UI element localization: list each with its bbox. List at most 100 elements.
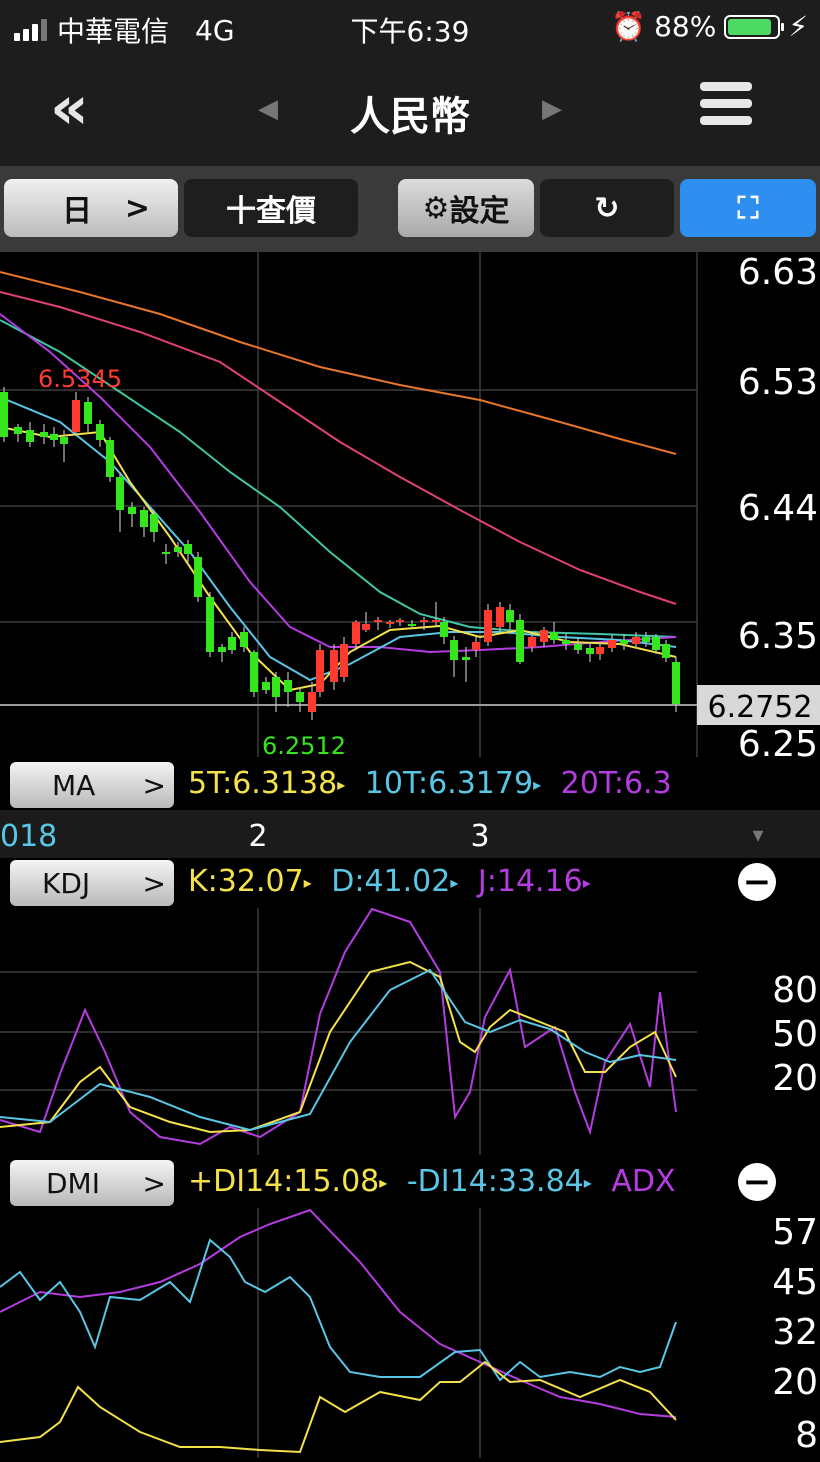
remove-kdj-icon[interactable]: −	[738, 863, 776, 901]
kdj-k-value: K:32.07	[188, 864, 304, 899]
arrow-icon: ▸	[582, 873, 591, 892]
main-grid	[0, 252, 698, 757]
candle-body	[450, 640, 458, 660]
rotate-screen-button[interactable]: ↻	[540, 179, 674, 237]
candle-body	[72, 400, 80, 432]
dmi-axis: 57 45 32 20 8	[772, 1212, 818, 1456]
dmi-mdi-line	[0, 1238, 677, 1382]
dmi-tick: 57	[772, 1212, 818, 1253]
page-title: 人民幣	[350, 94, 470, 140]
candle-body	[330, 650, 338, 682]
crosshair-query-button[interactable]: 十查價	[184, 179, 358, 237]
kdj-indicator-button[interactable]: KDJ >	[10, 860, 174, 906]
arrow-icon: ▸	[337, 775, 346, 794]
next-symbol-icon[interactable]: ▶	[542, 94, 562, 124]
date-axis-year: 018	[0, 819, 57, 854]
kdj-tick: 80	[772, 970, 818, 1011]
candle-body	[562, 640, 570, 644]
ma10-value: 10T:6.3179	[364, 766, 534, 801]
chevron-right-icon: >	[142, 768, 166, 802]
candle-body	[432, 620, 440, 622]
candle-body	[516, 620, 524, 662]
candle-body	[632, 637, 640, 644]
remove-dmi-icon[interactable]: −	[738, 1163, 776, 1201]
arrow-icon: ▸	[303, 873, 312, 892]
dmi-label: DMI	[46, 1166, 100, 1200]
candle-body	[262, 682, 270, 690]
kdj-j-line	[0, 907, 677, 1146]
battery-icon	[724, 14, 785, 39]
candle-body	[462, 657, 470, 660]
candle-body	[0, 392, 8, 437]
kdj-k-line	[0, 960, 677, 1134]
date-axis-month: 2	[248, 819, 267, 854]
menu-icon[interactable]	[700, 82, 752, 133]
candle-body	[106, 440, 114, 477]
ma-label: MA	[52, 768, 96, 802]
dmi-tick: 45	[772, 1262, 818, 1303]
dmi-indicator-button[interactable]: DMI >	[10, 1160, 174, 1206]
candle-body	[352, 622, 360, 644]
candle-body	[60, 437, 68, 444]
candle-body	[472, 642, 480, 650]
candlesticks	[0, 387, 680, 720]
collapse-icon[interactable]: ▾	[752, 823, 763, 848]
candle-body	[26, 430, 34, 442]
dmi-adx-value: ADX	[611, 1164, 676, 1199]
candle-body	[14, 427, 22, 434]
ma-values: 5T:6.3138▸ 10T:6.3179▸ 20T:6.3	[188, 766, 696, 801]
ma-indicator-button[interactable]: MA >	[10, 762, 174, 808]
dmi-mdi-value: -DI14:33.84	[406, 1164, 584, 1199]
alarm-icon: ⏰	[611, 10, 647, 43]
dmi-pdi-line	[0, 1360, 677, 1454]
arrow-icon: ▸	[379, 1173, 388, 1192]
ma20-value: 20T:6.3	[560, 766, 672, 801]
kdj-d-value: D:41.02	[331, 864, 451, 899]
settings-label: 設定	[449, 194, 510, 229]
candle-body	[140, 510, 148, 527]
chevron-right-icon: >	[124, 190, 150, 226]
candle-body	[184, 544, 192, 554]
candle-body	[84, 402, 92, 424]
dmi-grid	[257, 1208, 481, 1458]
candle-body	[96, 424, 104, 440]
candle-body	[408, 624, 416, 626]
candle-body	[550, 632, 558, 640]
fullscreen-button[interactable]: ⛶	[680, 179, 816, 237]
candle-body	[420, 620, 428, 622]
candle-body	[620, 640, 628, 644]
dmi-tick: 8	[795, 1415, 818, 1456]
candle-body	[386, 622, 394, 624]
status-bar: 中華電信 4G 下午6:39 ⏰ 88% ⚡	[0, 0, 820, 56]
candle-body	[128, 507, 136, 514]
candle-body	[228, 637, 236, 650]
candle-body	[540, 630, 548, 642]
price-tick: 6.35	[738, 616, 818, 657]
date-axis-month: 3	[470, 819, 489, 854]
arrow-icon: ▸	[450, 873, 459, 892]
battery-percent: 88%	[654, 10, 717, 43]
fullscreen-icon: ⛶	[737, 190, 759, 226]
candle-body	[272, 677, 280, 697]
chevron-right-icon: >	[142, 1166, 166, 1200]
candle-body	[496, 607, 504, 627]
candle-body	[206, 597, 214, 652]
candle-body	[240, 632, 248, 647]
dmi-pdi-value: +DI14:15.08	[188, 1164, 380, 1199]
candle-body	[194, 557, 202, 597]
candle-body	[672, 662, 680, 704]
date-axis-bg	[0, 810, 820, 858]
current-price-label: 6.2752	[708, 690, 813, 725]
price-tick: 6.63	[738, 252, 818, 293]
ma5-value: 5T:6.3138	[188, 766, 338, 801]
dmi-tick: 20	[772, 1362, 818, 1403]
candle-body	[316, 650, 324, 692]
settings-button[interactable]: ⚙ 設定	[398, 179, 534, 237]
kdj-j-value: J:14.16	[477, 864, 583, 899]
period-button[interactable]: 日 >	[4, 179, 178, 237]
candle-body	[250, 652, 258, 692]
candle-body	[574, 644, 582, 650]
kdj-label: KDJ	[42, 866, 91, 900]
chart-area[interactable]: 6.63 6.53 6.44 6.35 6.25 6.2752 6.5345 6…	[0, 252, 820, 1458]
candle-body	[642, 637, 650, 642]
